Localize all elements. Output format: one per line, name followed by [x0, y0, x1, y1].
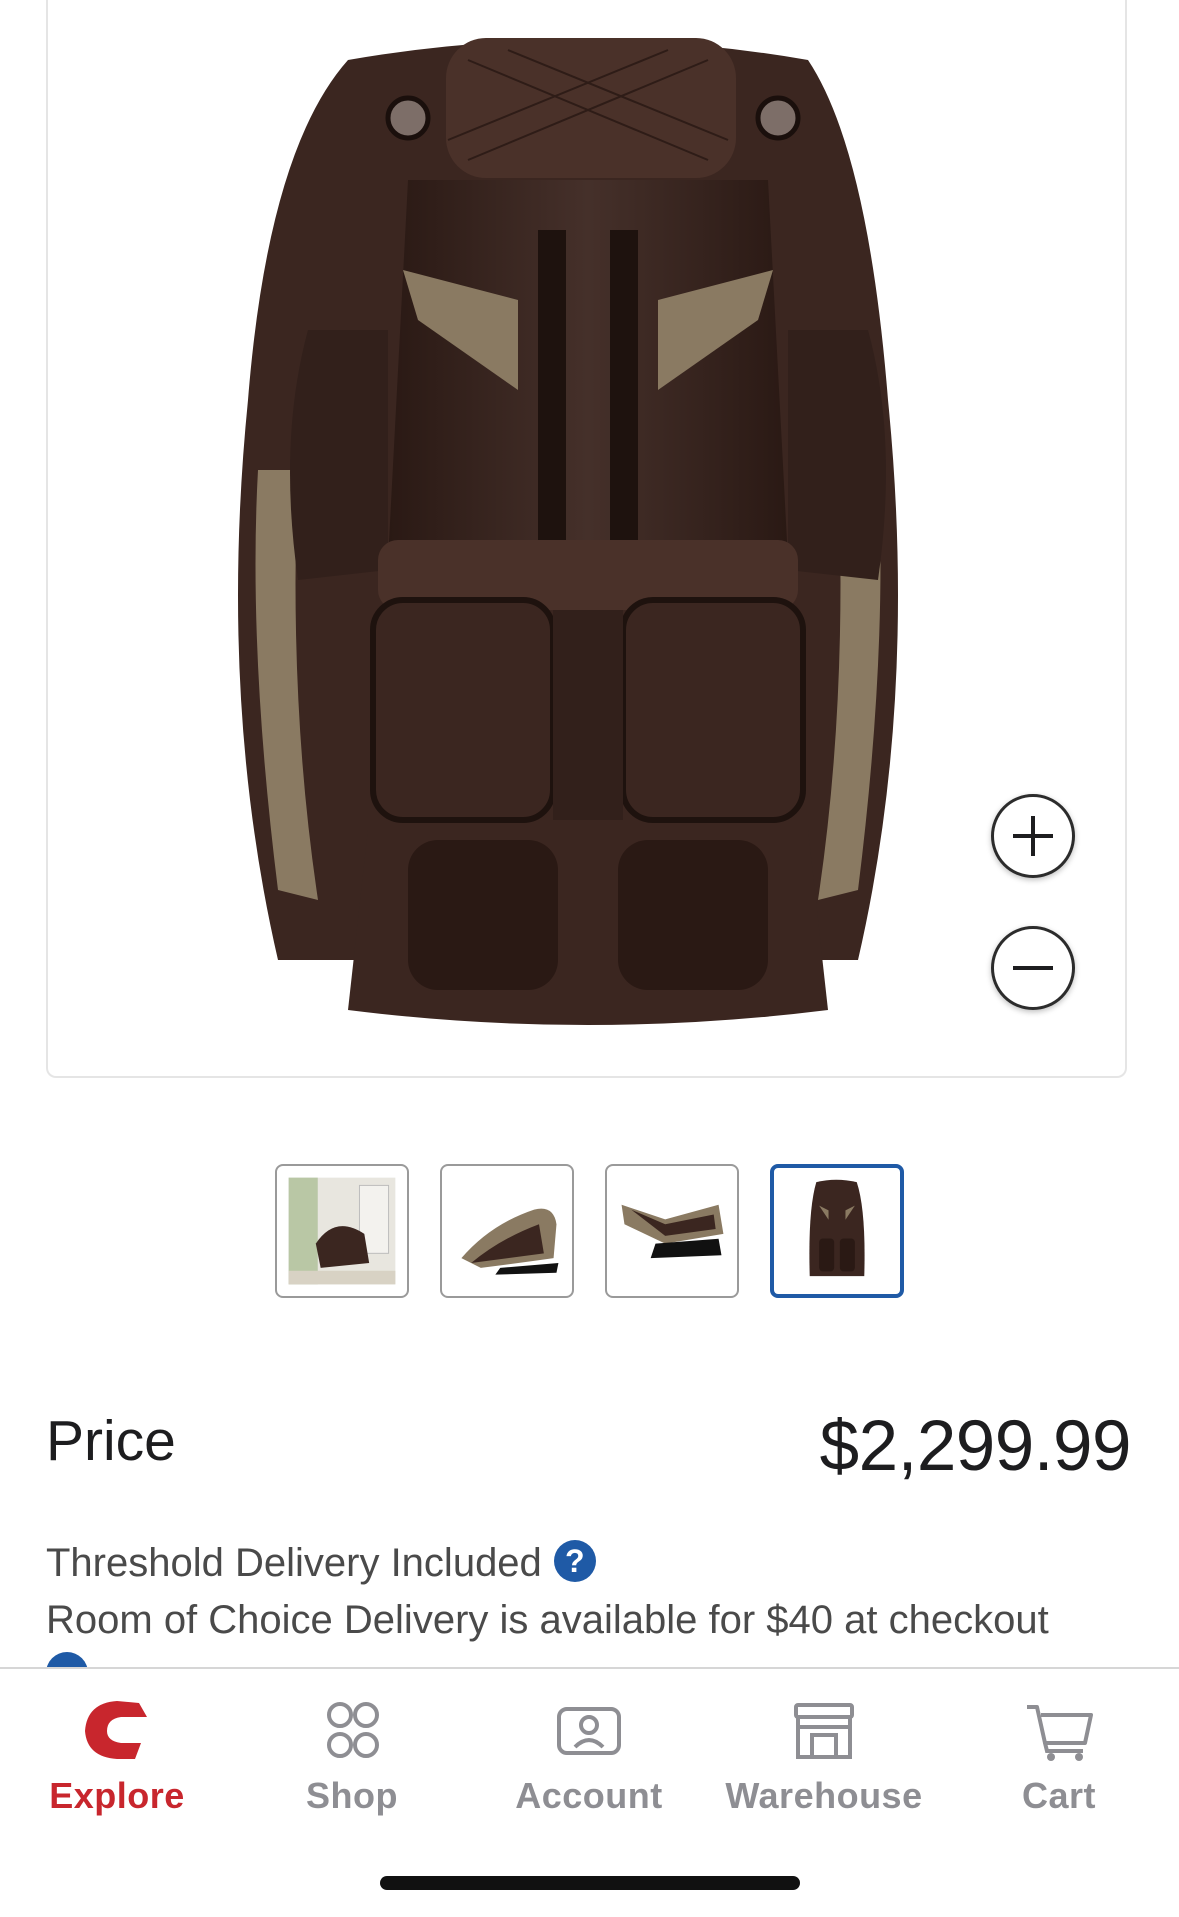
tab-label: Warehouse	[725, 1775, 923, 1816]
thumbnail-side-reclined[interactable]	[605, 1164, 739, 1298]
grid-circles-icon	[327, 1702, 379, 1758]
thumbnail-lifestyle[interactable]	[275, 1164, 409, 1298]
thumbnail-side-upright[interactable]	[440, 1164, 574, 1298]
lifestyle-thumbnail-image	[288, 1177, 396, 1285]
tab-warehouse[interactable]: Warehouse	[724, 1669, 924, 1829]
side-upright-thumbnail-image	[461, 1208, 559, 1275]
minus-icon	[1013, 966, 1053, 970]
account-card-icon	[557, 1707, 621, 1755]
price-label: Price	[46, 1409, 176, 1473]
tab-account[interactable]: Account	[489, 1669, 689, 1829]
price-value: $2,299.99	[819, 1407, 1132, 1486]
zoom-in-button[interactable]	[991, 794, 1075, 878]
home-indicator[interactable]	[380, 1876, 800, 1890]
warehouse-icon	[794, 1703, 854, 1759]
help-icon[interactable]	[46, 1652, 88, 1668]
tab-label: Account	[515, 1775, 663, 1816]
threshold-delivery-label: Threshold Delivery Included	[46, 1541, 542, 1585]
plus-icon	[1013, 816, 1053, 856]
side-reclined-thumbnail-image	[621, 1204, 724, 1259]
zoom-out-button[interactable]	[991, 926, 1075, 1010]
help-icon[interactable]: ?	[553, 1540, 596, 1582]
threshold-delivery-text: Threshold Delivery Included?	[46, 1540, 596, 1586]
thumbnail-front[interactable]	[770, 1164, 904, 1298]
tab-label: Shop	[306, 1775, 398, 1816]
cart-icon	[1027, 1705, 1093, 1761]
room-of-choice-delivery-text: Room of Choice Delivery is available for…	[46, 1598, 1049, 1642]
front-thumbnail-image	[809, 1179, 865, 1277]
product-main-image[interactable]	[46, 0, 1127, 1078]
tab-shop[interactable]: Shop	[252, 1669, 452, 1829]
massage-chair-image	[238, 38, 898, 1025]
costco-c-icon	[85, 1701, 147, 1759]
tab-cart[interactable]: Cart	[959, 1669, 1159, 1829]
tab-label: Explore	[49, 1775, 185, 1816]
tab-explore[interactable]: Explore	[17, 1669, 217, 1829]
tab-label: Cart	[1021, 1775, 1097, 1816]
